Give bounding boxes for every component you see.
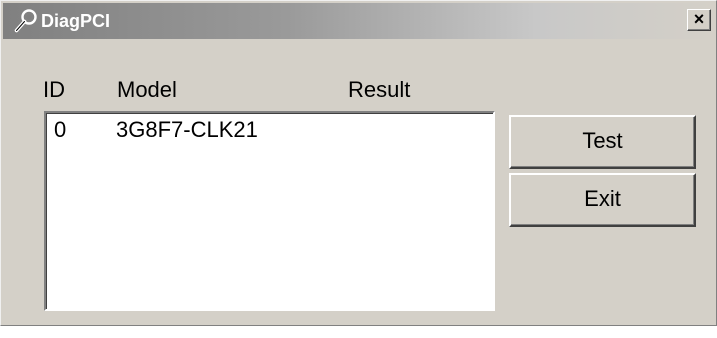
window-title: DiagPCI bbox=[41, 11, 111, 31]
title-bar[interactable]: DiagPCI × bbox=[3, 3, 714, 39]
device-id: 0 bbox=[54, 117, 67, 142]
column-header-result: Result bbox=[348, 77, 411, 102]
column-header-model: Model bbox=[117, 77, 177, 102]
wrench-icon bbox=[14, 9, 37, 33]
column-header-id: ID bbox=[43, 77, 65, 102]
list-item[interactable]: 0 3G8F7-CLK21 bbox=[46, 117, 493, 143]
diagpci-window: DiagPCI × ID Model Result 0 3G8F7-CLK21 … bbox=[0, 0, 717, 326]
device-model: 3G8F7-CLK21 bbox=[116, 117, 258, 142]
close-icon: × bbox=[693, 9, 705, 29]
device-list[interactable]: 0 3G8F7-CLK21 bbox=[44, 111, 495, 311]
test-button[interactable]: Test bbox=[509, 115, 696, 169]
close-button[interactable]: × bbox=[687, 9, 711, 31]
exit-button[interactable]: Exit bbox=[509, 173, 696, 227]
